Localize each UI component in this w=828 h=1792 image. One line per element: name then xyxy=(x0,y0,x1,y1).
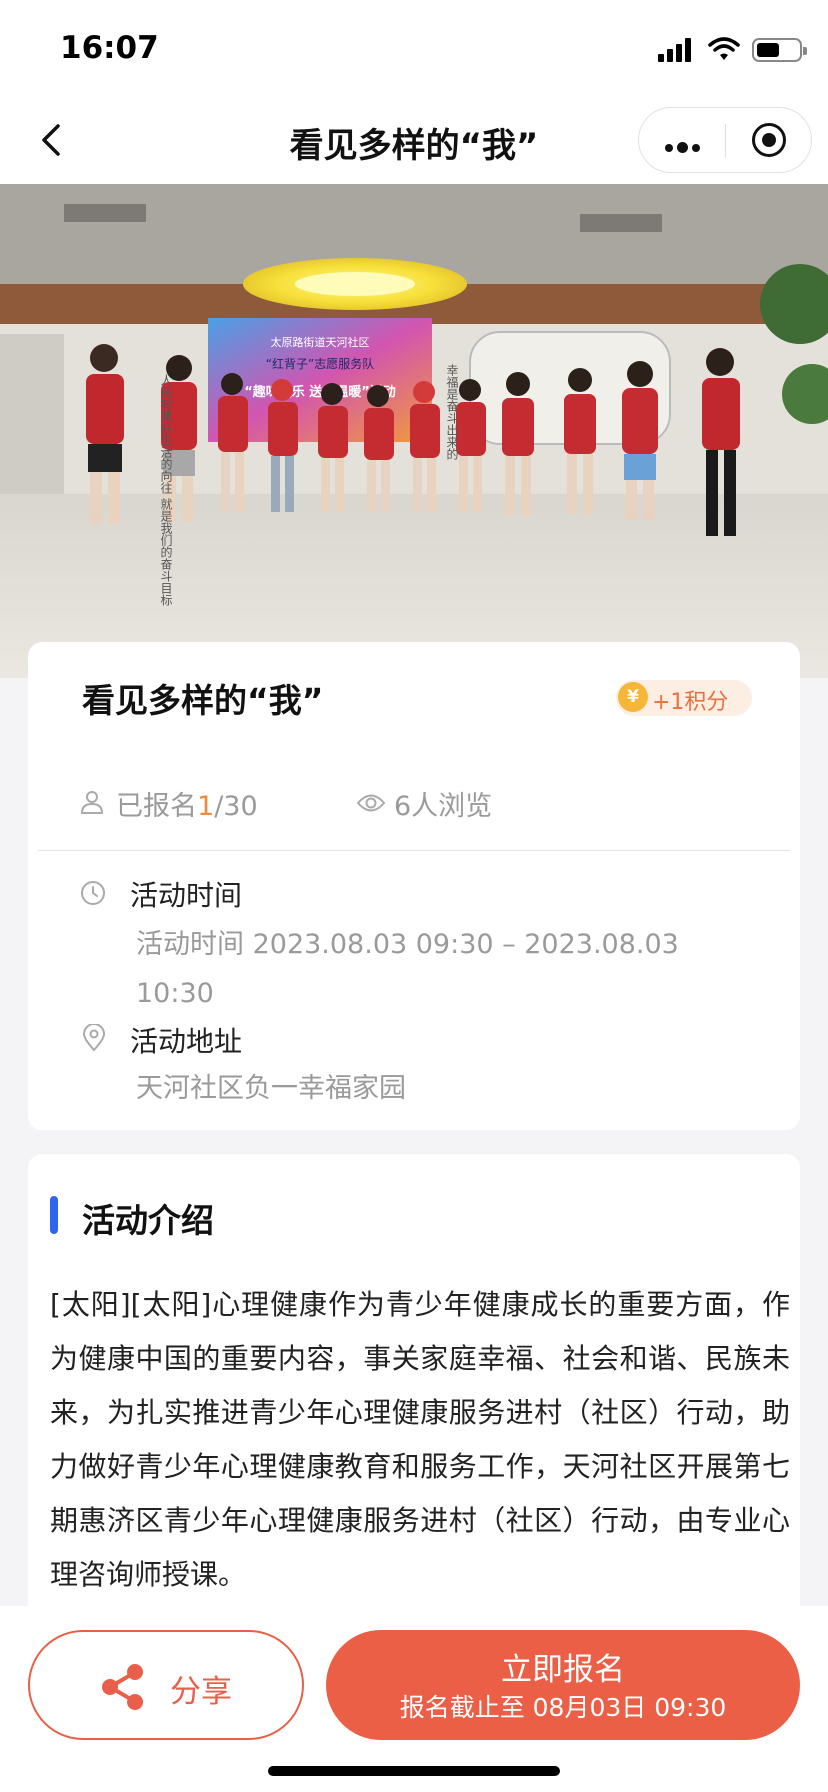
signup-current: 1 xyxy=(197,791,215,822)
intro-body: [太阳][太阳]心理健康作为青少年健康成长的重要方面，作为健康中国的重要内容，事… xyxy=(50,1288,790,1591)
status-bar: 16:07 xyxy=(0,0,828,96)
chevron-left-icon xyxy=(42,124,60,156)
status-icons xyxy=(638,34,807,64)
mini-program-capsule xyxy=(638,107,812,173)
cellular-signal-icon xyxy=(658,38,694,62)
activity-time-value: 活动时间 2023.08.03 09:30 – 2023.08.03 10:30 xyxy=(136,929,679,1009)
activity-address-value: 天河社区负一幸福家园 xyxy=(136,1073,406,1104)
points-badge: ¥ +1积分 xyxy=(616,680,752,716)
more-dots-icon xyxy=(665,137,704,156)
signup-count: 已报名1/30 xyxy=(116,784,258,823)
wall-slogan-left: 人民对美好生活的向往 就是我们的奋斗目标 xyxy=(159,374,173,606)
share-button[interactable]: 分享 xyxy=(28,1630,304,1740)
battery-icon xyxy=(752,38,807,62)
person-icon xyxy=(80,791,104,814)
section-accent-bar xyxy=(50,1196,58,1234)
banner-scene: 太原路街道天河社区 “红背子”志愿服务队 “趣味快乐 送夕温暖”活动 人民对美好… xyxy=(0,184,828,678)
divider xyxy=(38,850,790,851)
points-text: +1积分 xyxy=(652,690,729,715)
signup-prefix: 已报名 xyxy=(116,791,197,822)
wifi-icon xyxy=(708,37,740,60)
stats-row: 已报名1/30 6人浏览 xyxy=(80,782,680,822)
eye-icon xyxy=(356,794,386,812)
target-icon xyxy=(752,123,786,157)
activity-banner-photo: 太原路街道天河社区 “红背子”志愿服务队 “趣味快乐 送夕温暖”活动 人民对美好… xyxy=(0,184,828,678)
back-button[interactable] xyxy=(24,112,80,168)
signup-button[interactable]: 立即报名 报名截止至 08月03日 09:30 xyxy=(326,1630,800,1740)
share-icon xyxy=(102,1664,143,1710)
nav-bar: 看见多样的“我” xyxy=(0,96,828,184)
banner-board-line-2: “红背子”志愿服务队 xyxy=(266,356,374,371)
banner-board-line-1: 太原路街道天河社区 xyxy=(271,335,370,349)
bottom-action-bar: 分享 立即报名 报名截止至 08月03日 09:30 xyxy=(0,1606,828,1792)
wall-slogan-right: 幸福是奋斗出来的 xyxy=(445,364,459,460)
activity-intro-card: 活动介绍 [太阳][太阳]心理健康作为青少年健康成长的重要方面，作为健康中国的重… xyxy=(28,1154,800,1614)
more-button[interactable] xyxy=(639,108,725,172)
activity-title: 看见多样的“我” xyxy=(82,681,324,720)
status-time: 16:07 xyxy=(60,30,159,66)
clock-icon xyxy=(81,881,105,905)
location-pin-icon xyxy=(82,1024,106,1052)
activity-address-label: 活动地址 xyxy=(130,1025,243,1058)
intro-heading: 活动介绍 xyxy=(82,1201,214,1240)
signup-deadline: 报名截止至 08月03日 09:30 xyxy=(399,1693,727,1722)
signup-total: /30 xyxy=(214,791,258,822)
share-label: 分享 xyxy=(170,1674,232,1710)
close-miniprogram-button[interactable] xyxy=(726,108,812,172)
coin-icon: ¥ xyxy=(618,682,648,712)
home-indicator xyxy=(268,1766,560,1776)
view-count: 6人浏览 xyxy=(394,791,493,822)
signup-label: 立即报名 xyxy=(501,1652,625,1688)
activity-info-card: 看见多样的“我” ¥ +1积分 已报名1/30 6人浏览 活动时间 活动时间 2… xyxy=(28,642,800,1130)
page-title: 看见多样的“我” xyxy=(289,126,539,166)
activity-time-label: 活动时间 xyxy=(130,879,243,912)
